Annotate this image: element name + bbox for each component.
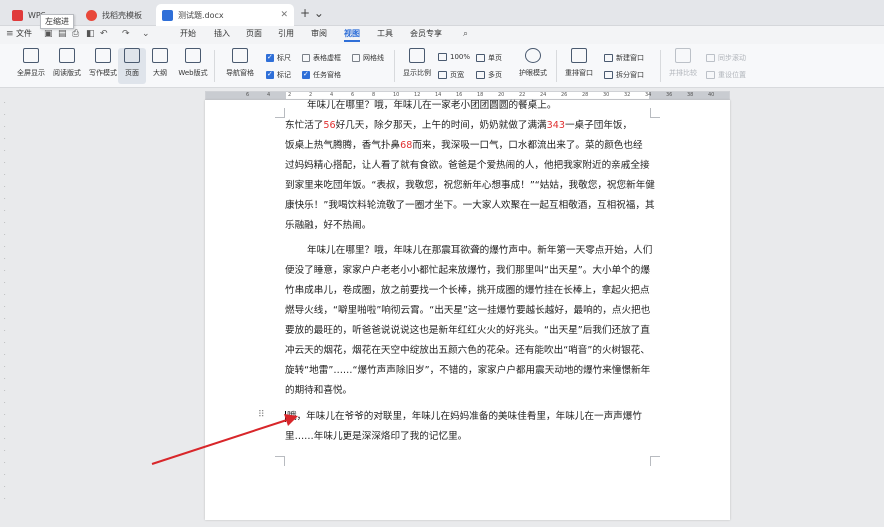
indent-tooltip: 左缩进 <box>40 14 74 29</box>
annotation-arrow-icon <box>151 414 298 465</box>
